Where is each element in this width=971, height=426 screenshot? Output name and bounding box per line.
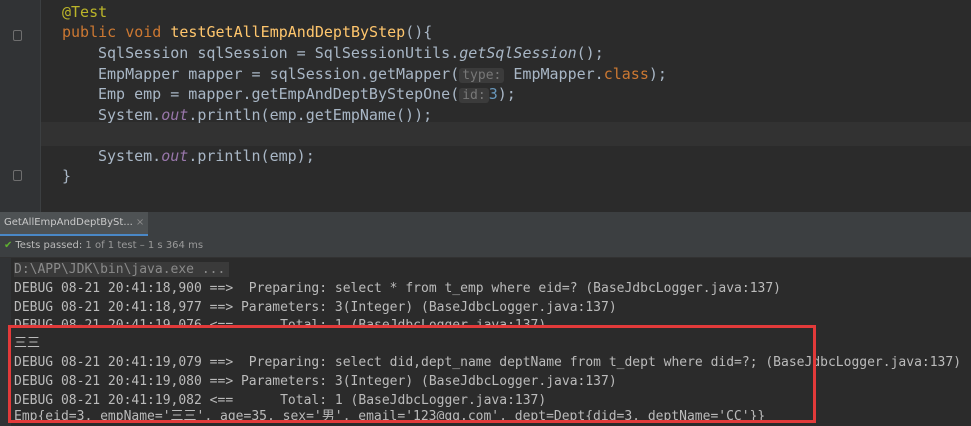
tests-passed-label: Tests passed: bbox=[15, 240, 83, 251]
param-hint: id: bbox=[459, 88, 489, 103]
run-tab-label: GetAllEmpAndDeptBySt... bbox=[4, 217, 133, 228]
run-tab-bar: GetAllEmpAndDeptBySt... × bbox=[0, 212, 971, 237]
close-icon[interactable]: × bbox=[136, 217, 144, 228]
java-command[interactable]: D:\APP\JDK\bin\java.exe ... bbox=[14, 262, 230, 277]
run-tab[interactable]: GetAllEmpAndDeptBySt... × bbox=[0, 212, 149, 236]
fold-icon[interactable] bbox=[13, 30, 22, 41]
check-icon: ✔ bbox=[4, 240, 13, 251]
code-line: Emp emp = mapper.getEmpAndDeptByStepOne(… bbox=[98, 85, 516, 103]
code-editor[interactable]: @Test public void testGetAllEmpAndDeptBy… bbox=[0, 0, 971, 212]
editor-gutter bbox=[0, 0, 41, 212]
fold-icon[interactable] bbox=[13, 170, 22, 181]
console-line: DEBUG 08-21 20:41:18,900 ==> Preparing: … bbox=[14, 281, 782, 296]
param-hint: type: bbox=[459, 68, 505, 83]
code-line: EmpMapper mapper = sqlSession.getMapper(… bbox=[98, 65, 667, 83]
code-line: public void testGetAllEmpAndDeptByStep()… bbox=[62, 23, 433, 41]
current-line-highlight bbox=[41, 122, 971, 146]
console-line: DEBUG 08-21 20:41:18,977 ==> Parameters:… bbox=[14, 300, 617, 315]
code-line: @Test bbox=[62, 3, 108, 21]
code-line: System.out.println(emp.getEmpName()); bbox=[98, 106, 433, 124]
test-status-bar: ✔ Tests passed: 1 of 1 test – 1 s 364 ms bbox=[0, 236, 971, 258]
code-line: } bbox=[62, 167, 72, 185]
code-line: System.out.println(emp); bbox=[98, 147, 315, 165]
console-line: D:\APP\JDK\bin\java.exe ... bbox=[14, 260, 230, 279]
highlight-box bbox=[8, 325, 816, 423]
tests-detail: 1 of 1 test – 1 s 364 ms bbox=[82, 240, 204, 251]
code-line: SqlSession sqlSession = SqlSessionUtils.… bbox=[98, 44, 604, 62]
